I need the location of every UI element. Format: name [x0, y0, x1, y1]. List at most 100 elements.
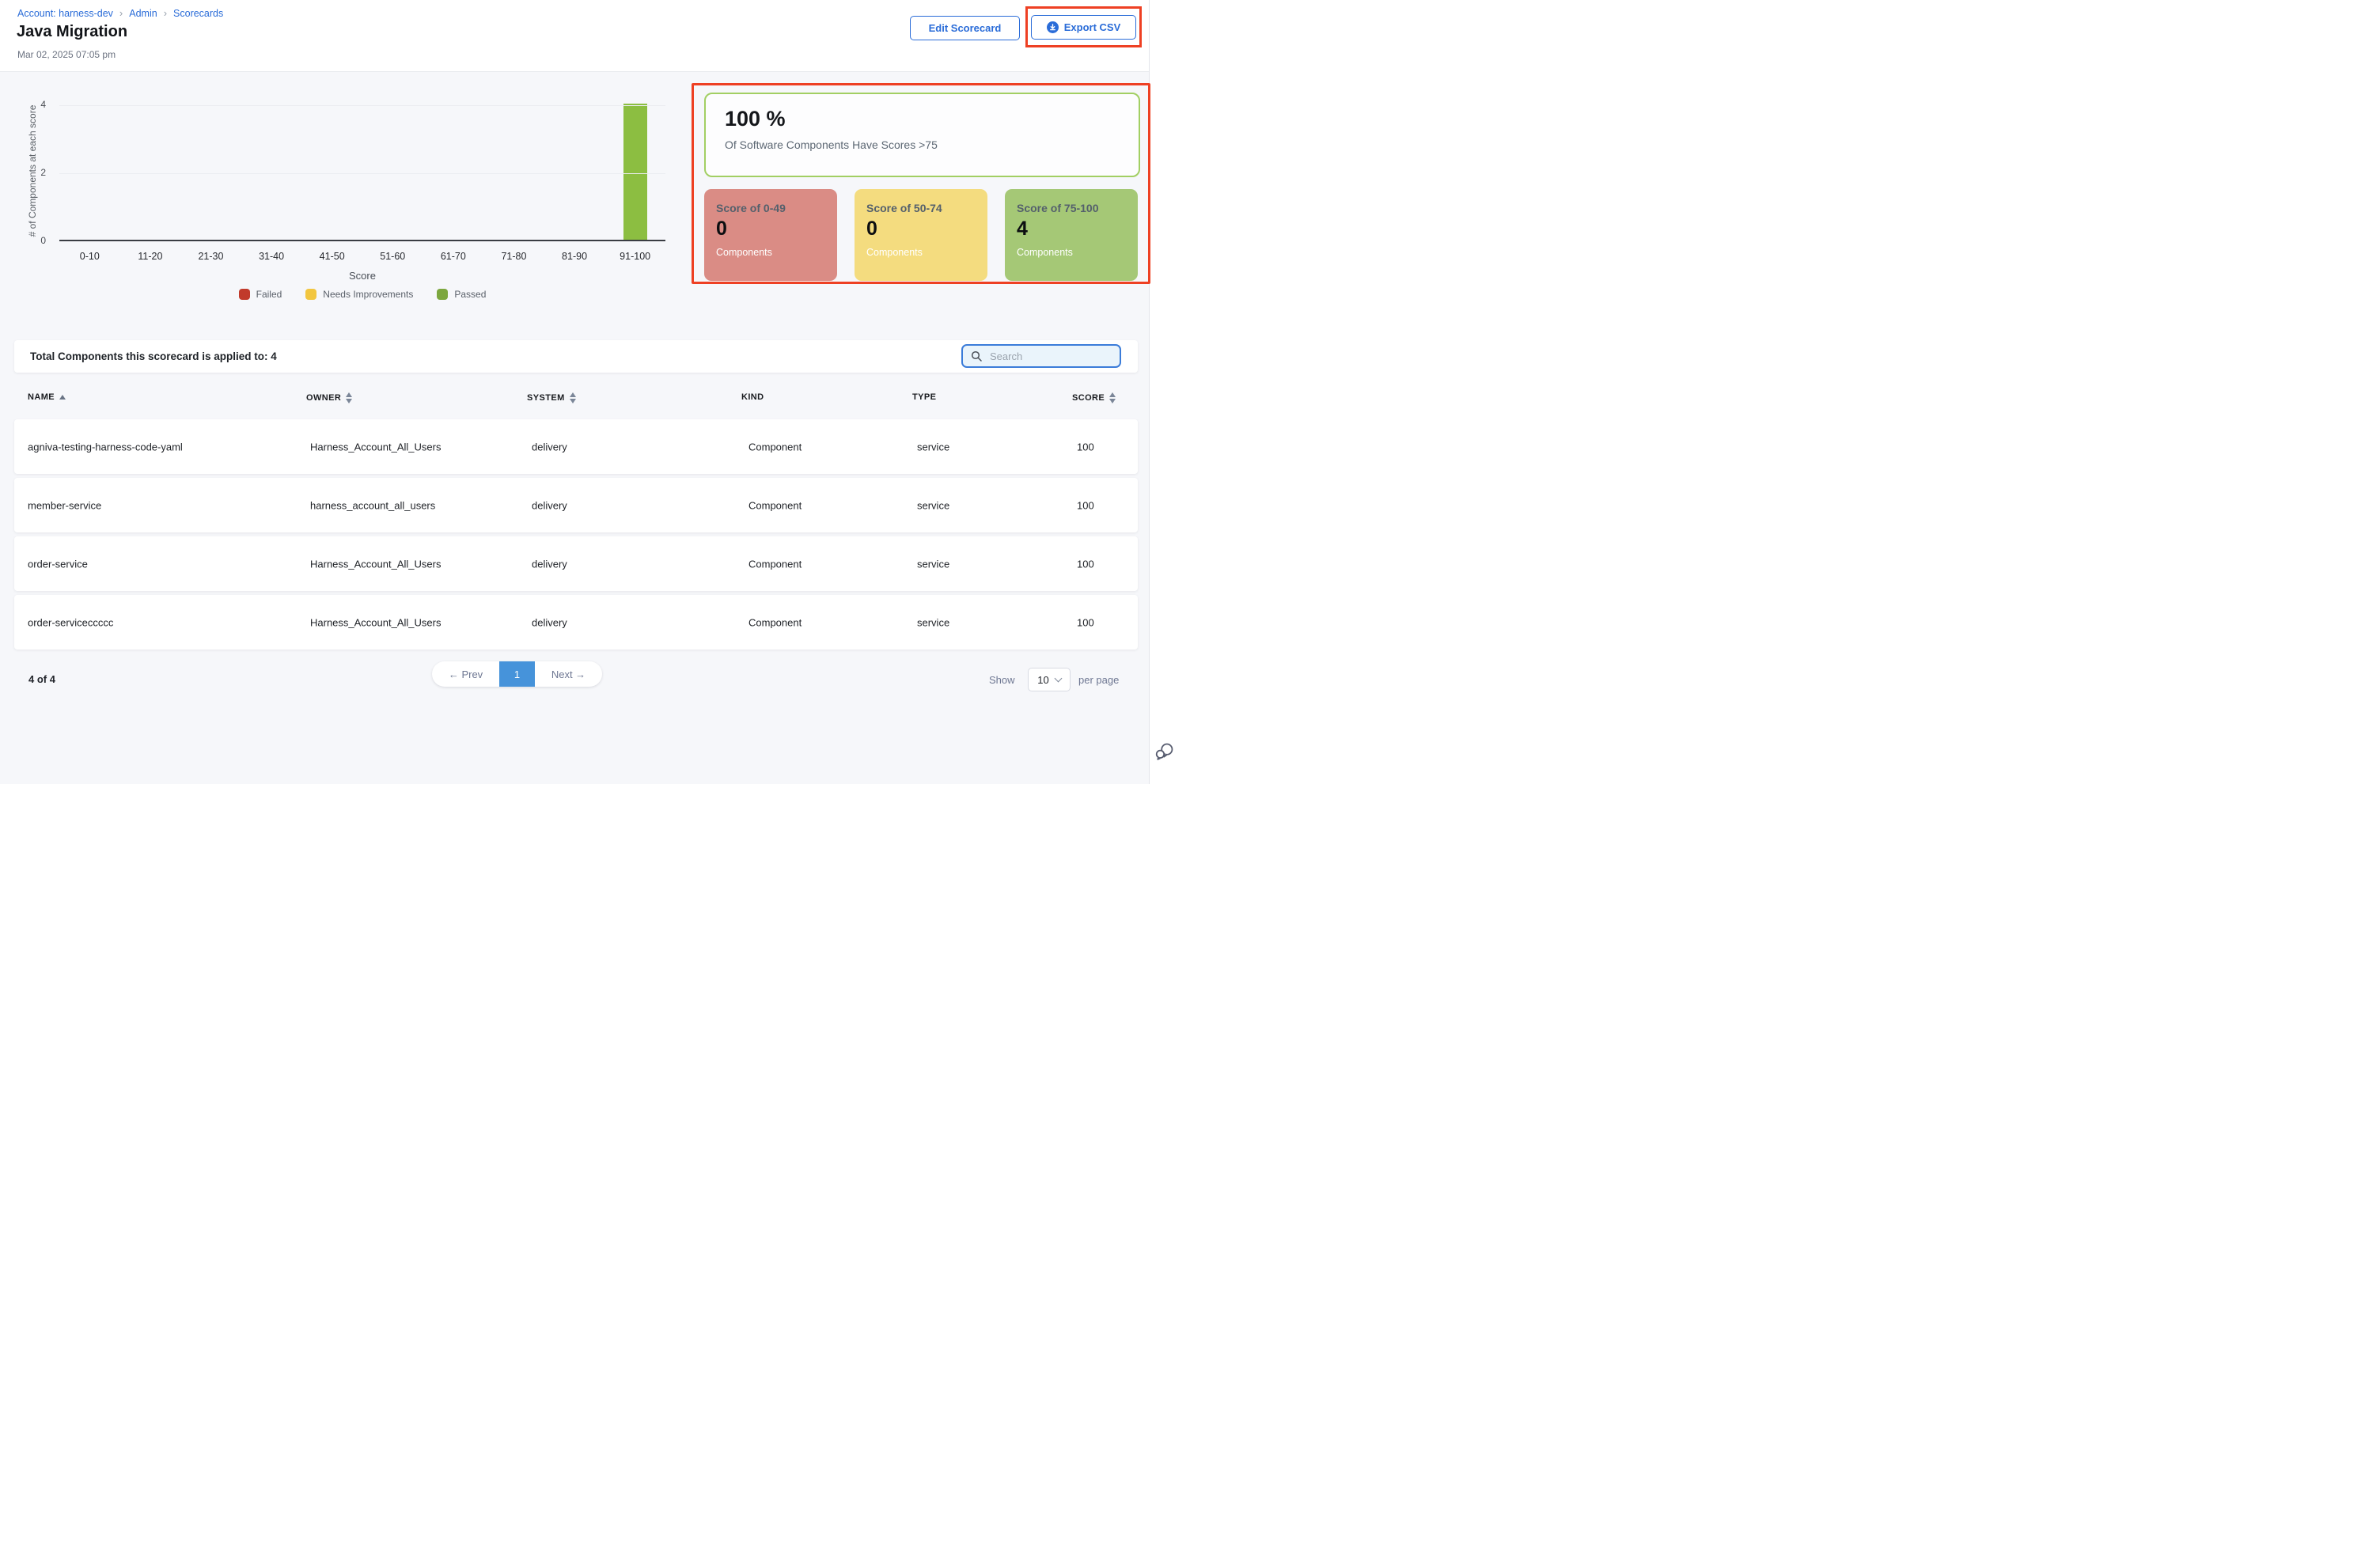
search-box[interactable]	[961, 344, 1121, 368]
cell-kind: Component	[748, 499, 802, 511]
cell-name: agniva-testing-harness-code-yaml	[28, 441, 183, 453]
legend-swatch	[305, 289, 316, 300]
chart-bar-slot	[544, 105, 605, 240]
chart-gridline	[59, 173, 665, 174]
per-page-label: per page	[1078, 674, 1119, 686]
result-count: 4 of 4	[28, 673, 55, 685]
breadcrumb-link[interactable]: Account: harness-dev	[17, 8, 113, 19]
right-gutter	[1149, 0, 1180, 784]
breadcrumb: Account: harness-dev›Admin›Scorecards	[17, 7, 223, 19]
search-icon	[971, 350, 982, 362]
sort-up-icon	[346, 392, 352, 397]
chart-y-tick: 4	[22, 99, 46, 110]
column-header-type: TYPE	[912, 392, 936, 402]
score-range-cards: Score of 0-490ComponentsScore of 50-740C…	[704, 189, 1143, 281]
column-header-label: TYPE	[912, 392, 936, 402]
sort-down-icon	[1109, 399, 1116, 403]
prev-page-button[interactable]: ← Prev	[432, 661, 499, 687]
chart-y-tick: 2	[22, 167, 46, 178]
score-range-value: 0	[866, 219, 987, 239]
table-row[interactable]: order-serviceccccc Harness_Account_All_Us…	[14, 595, 1138, 650]
cell-owner: Harness_Account_All_Users	[310, 558, 441, 570]
next-page-button[interactable]: Next →	[535, 661, 602, 687]
score-range-card: Score of 75-1004Components	[1005, 189, 1138, 281]
percent-passing-caption: Of Software Components Have Scores >75	[725, 138, 1139, 151]
cell-name: order-serviceccccc	[28, 616, 113, 628]
column-header-score[interactable]: SCORE	[1072, 392, 1116, 403]
chart-x-axis-ticks: 0-1011-2021-3031-4041-5051-6061-7071-808…	[59, 251, 665, 262]
chart-bar-slot	[604, 105, 665, 240]
cell-system: delivery	[532, 441, 567, 453]
score-range-value: 4	[1017, 219, 1138, 239]
legend-swatch	[239, 289, 250, 300]
table-row[interactable]: agniva-testing-harness-code-yaml Harness_…	[14, 419, 1138, 474]
chart-bars	[59, 105, 665, 240]
chart-x-tick: 71-80	[483, 251, 544, 262]
cell-score: 100	[1077, 499, 1094, 511]
sort-up-icon	[570, 392, 576, 397]
chart-x-tick: 81-90	[544, 251, 605, 262]
download-icon	[1047, 21, 1059, 33]
chart-plot-area	[59, 105, 665, 241]
cell-kind: Component	[748, 441, 802, 453]
column-header-label: NAME	[28, 392, 55, 402]
score-range-card: Score of 0-490Components	[704, 189, 837, 281]
chart-legend: FailedNeeds ImprovementsPassed	[59, 289, 665, 300]
chart-x-tick: 91-100	[604, 251, 665, 262]
table-header-row: NAME OWNER SYSTEM KIND TYPE SCORE	[14, 389, 1138, 413]
chart-bar-slot	[301, 105, 362, 240]
column-header-owner[interactable]: OWNER	[306, 392, 352, 403]
column-header-label: SCORE	[1072, 393, 1105, 403]
export-annotation-box: Export CSV	[1025, 6, 1142, 47]
cell-system: delivery	[532, 616, 567, 628]
search-input[interactable]	[988, 350, 1112, 363]
page-size-select[interactable]: 10	[1028, 668, 1071, 691]
cell-type: service	[917, 499, 949, 511]
pagination-pill: ← Prev 1 Next →	[432, 661, 602, 687]
score-range-label: Score of 75-100	[1017, 202, 1138, 214]
chat-support-icon[interactable]	[1154, 741, 1175, 762]
chevron-down-icon	[1054, 675, 1062, 683]
legend-swatch	[437, 289, 448, 300]
score-range-caption: Components	[716, 247, 837, 258]
table-row[interactable]: order-serviceHarness_Account_All_Usersde…	[14, 536, 1138, 591]
cell-type: service	[917, 616, 949, 628]
chart-gridline	[59, 105, 665, 106]
cell-owner: Harness_Account_All_Users	[310, 441, 441, 453]
cell-owner: Harness_Account_All_Users	[310, 616, 441, 628]
chart-bar-slot	[423, 105, 484, 240]
chart-bar-slot	[362, 105, 423, 240]
cell-score: 100	[1077, 558, 1094, 570]
column-header-name[interactable]: NAME	[28, 392, 66, 402]
page-title: Java Migration	[17, 23, 127, 41]
chart-x-tick: 61-70	[423, 251, 484, 262]
sort-down-icon	[346, 399, 352, 403]
export-csv-label: Export CSV	[1064, 21, 1121, 33]
chart-bar-slot	[180, 105, 241, 240]
chart-bar	[623, 104, 647, 240]
percent-passing-card: 100 % Of Software Components Have Scores…	[704, 93, 1140, 177]
column-header-system[interactable]: SYSTEM	[527, 392, 576, 403]
export-csv-button[interactable]: Export CSV	[1031, 15, 1136, 40]
summary-annotation-box: 100 % Of Software Components Have Scores…	[692, 83, 1150, 284]
cell-kind: Component	[748, 616, 802, 628]
chart-bar-slot	[241, 105, 302, 240]
breadcrumb-link[interactable]: Scorecards	[173, 8, 223, 19]
sort-down-icon	[570, 399, 576, 403]
legend-item: Needs Improvements	[305, 289, 413, 300]
chart-x-axis-label: Score	[59, 270, 665, 282]
sort-icon	[346, 392, 352, 403]
cell-type: service	[917, 558, 949, 570]
percent-passing-value: 100 %	[725, 108, 1139, 131]
cell-system: delivery	[532, 558, 567, 570]
column-header-label: KIND	[741, 392, 764, 402]
column-header-kind: KIND	[741, 392, 764, 402]
legend-item: Failed	[239, 289, 282, 300]
cell-owner: harness_account_all_users	[310, 499, 435, 511]
edit-scorecard-button[interactable]: Edit Scorecard	[910, 16, 1020, 40]
breadcrumb-link[interactable]: Admin	[129, 8, 157, 19]
current-page-button[interactable]: 1	[499, 661, 535, 687]
table-row[interactable]: member-serviceharness_account_all_usersd…	[14, 478, 1138, 532]
column-header-label: SYSTEM	[527, 393, 565, 403]
score-range-value: 0	[716, 219, 837, 239]
